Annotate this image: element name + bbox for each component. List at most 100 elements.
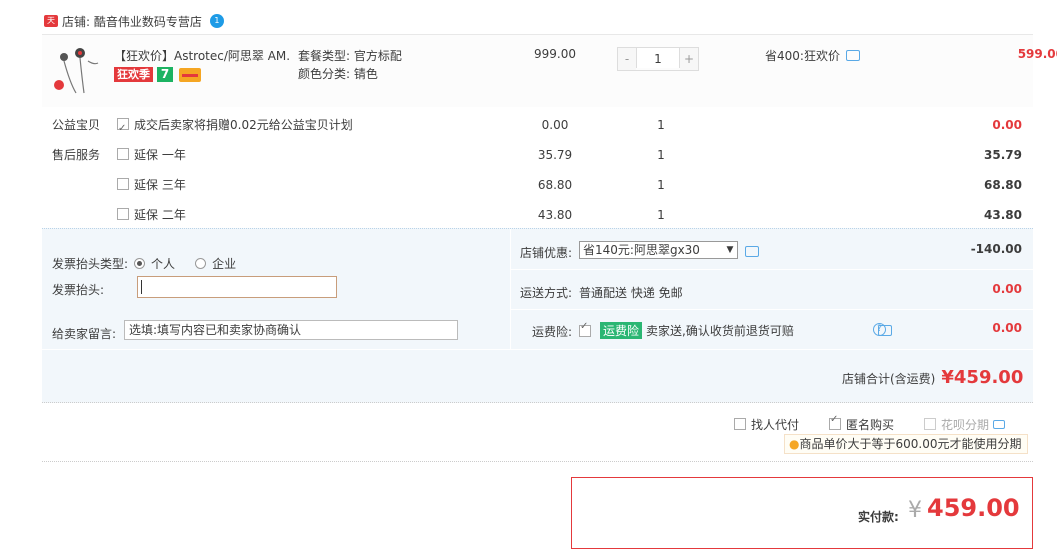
- insurance-text: 卖家送,确认收货前退货可赔: [646, 324, 794, 338]
- service-option[interactable]: 成交后卖家将捐赠0.02元给公益宝贝计划: [117, 110, 353, 144]
- payment-options: 找人代付 匿名购买 花呗分期: [734, 414, 1005, 433]
- service-row-warranty-2y: 延保 二年 43.80 1 43.80: [42, 200, 1033, 230]
- installment-option: 花呗分期: [924, 416, 1005, 433]
- chevron-down-icon: ▼: [726, 245, 734, 255]
- product-thumbnail[interactable]: [54, 43, 106, 95]
- checkbox-icon[interactable]: [117, 178, 129, 190]
- promo-tag: 狂欢季: [114, 67, 153, 82]
- divider: [510, 269, 1033, 270]
- shipping-label: 运送方式:: [519, 286, 572, 300]
- service-row-warranty-3y: 延保 三年 68.80 1 68.80: [42, 170, 1033, 200]
- comment-icon[interactable]: [992, 420, 1005, 429]
- service-option[interactable]: 延保 一年: [117, 140, 186, 170]
- checkbox-icon[interactable]: [734, 418, 746, 430]
- service-option[interactable]: 延保 二年: [117, 200, 186, 230]
- installment-tip-text: 商品单价大于等于600.00元才能使用分期: [799, 437, 1022, 451]
- service-label: 售后服务: [52, 148, 101, 162]
- insurance-amount: 0.00: [992, 321, 1022, 335]
- service-total: 35.79: [984, 148, 1022, 162]
- qty-plus-button[interactable]: +: [680, 48, 698, 70]
- comment-icon[interactable]: [845, 50, 860, 61]
- sku-info: 套餐类型: 官方标配 颜色分类: 锖色: [298, 47, 402, 83]
- divider: [42, 349, 1033, 350]
- store-name[interactable]: 店铺: 酷音伟业数码专营店: [62, 13, 202, 30]
- shipping-amount: 0.00: [992, 282, 1022, 296]
- service-row-warranty-1y: 售后服务 延保 一年 35.79 1 35.79: [42, 140, 1033, 170]
- find-payer-label: 找人代付: [751, 418, 800, 432]
- item-row: 【狂欢价】Astrotec/阿思翠 AM... 狂欢季 7 套餐类型: 官方标配…: [42, 34, 1057, 107]
- payment-amount: 459.00: [927, 494, 1020, 522]
- wangwang-chat-icon[interactable]: 1: [209, 14, 224, 28]
- checkbox-checked-icon[interactable]: [579, 321, 591, 337]
- discount-text: 省400:狂欢价: [765, 49, 840, 63]
- radio-personal[interactable]: [134, 258, 146, 269]
- discount-info: 省400:狂欢价: [765, 47, 860, 64]
- checkbox-icon[interactable]: [117, 148, 129, 160]
- location-pin-icon: ●: [789, 437, 800, 451]
- qty-minus-button[interactable]: -: [618, 48, 636, 70]
- sku-plan: 套餐类型: 官方标配: [298, 49, 402, 63]
- service-price: 35.79: [537, 148, 573, 162]
- unit-price: 999.00: [534, 47, 576, 61]
- service-qty: 1: [657, 118, 665, 132]
- find-payer-option[interactable]: 找人代付: [734, 416, 799, 433]
- service-price: 0.00: [541, 118, 569, 132]
- checkbox-checked-icon[interactable]: [117, 114, 129, 144]
- service-total: 0.00: [992, 118, 1022, 132]
- invoice-head-label: 发票抬头:: [52, 283, 105, 297]
- service-qty: 1: [657, 208, 665, 222]
- divider: [510, 309, 1033, 310]
- product-title[interactable]: 【狂欢价】Astrotec/阿思翠 AM...: [114, 47, 290, 64]
- service-desc: 延保 二年: [134, 208, 186, 222]
- store-header: 天猫 店铺: 酷音伟业数码专营店 1: [44, 10, 224, 37]
- service-price: 68.80: [537, 178, 573, 192]
- comment-icon[interactable]: [745, 246, 759, 257]
- service-price: 43.80: [537, 208, 573, 222]
- item-subtotal: 599.00: [1017, 47, 1057, 61]
- tmall-badge-icon: 天猫: [44, 15, 58, 37]
- radio-personal-label[interactable]: 个人: [151, 255, 175, 272]
- checkbox-checked-icon[interactable]: [829, 414, 842, 430]
- discount-amount: -140.00: [970, 242, 1022, 256]
- invoice-type: 发票抬头类型: 个人 企业: [52, 255, 236, 272]
- store-total-label: 店铺合计(含运费): [842, 372, 936, 386]
- radio-company-label[interactable]: 企业: [212, 255, 236, 272]
- discount-selected-value: 省140元:阿思翠gx30: [583, 243, 700, 257]
- shipping-value: 普通配送 快递 免邮: [579, 286, 683, 300]
- service-desc: 延保 一年: [134, 148, 186, 162]
- divider: [42, 461, 1033, 462]
- order-extras-panel: 发票抬头类型: 个人 企业 发票抬头: 给卖家留言: 选填:填写内容已和卖家协商…: [42, 228, 1033, 403]
- payment-label: 实付款:: [858, 510, 899, 524]
- service-label: 公益宝贝: [52, 118, 101, 132]
- help-icon[interactable]: ?: [873, 323, 886, 336]
- store-total: 店铺合计(含运费) ¥459.00: [842, 367, 1023, 388]
- checkbox-icon[interactable]: [117, 208, 129, 220]
- store-total-amount: ¥459.00: [941, 367, 1024, 388]
- insurance-option[interactable]: 运费险 卖家送,确认收货前退货可赔: [579, 321, 794, 339]
- radio-company[interactable]: [195, 258, 207, 269]
- service-desc: 延保 三年: [134, 178, 186, 192]
- service-desc: 成交后卖家将捐赠0.02元给公益宝贝计划: [134, 118, 353, 132]
- message-input[interactable]: 选填:填写内容已和卖家协商确认: [124, 320, 458, 340]
- sku-color: 颜色分类: 锖色: [298, 67, 378, 81]
- invoice-type-label: 发票抬头类型:: [52, 257, 129, 271]
- invoice-head-input[interactable]: [137, 276, 337, 298]
- divider: [42, 402, 1033, 403]
- discount-select[interactable]: 省140元:阿思翠gx30 ▼: [579, 241, 738, 259]
- insurance-badge: 运费险: [600, 322, 643, 339]
- message-label: 给卖家留言:: [52, 327, 117, 341]
- credit-card-icon: [179, 68, 201, 82]
- service-qty: 1: [657, 178, 665, 192]
- anonymous-option[interactable]: 匿名购买: [829, 414, 895, 433]
- anonymous-label: 匿名购买: [846, 418, 895, 432]
- discount-label: 店铺优惠:: [519, 246, 572, 260]
- qty-input[interactable]: 1: [636, 48, 680, 68]
- service-qty: 1: [657, 148, 665, 162]
- service-total: 68.80: [984, 178, 1022, 192]
- installment-tip: ●商品单价大于等于600.00元才能使用分期: [784, 434, 1029, 454]
- seven-day-return-tag: 7: [157, 67, 173, 82]
- checkbox-icon: [924, 418, 937, 430]
- payment-summary: 实付款: ¥ 459.00: [571, 477, 1033, 549]
- service-option[interactable]: 延保 三年: [117, 170, 186, 200]
- insurance-label: 运费险:: [531, 325, 572, 339]
